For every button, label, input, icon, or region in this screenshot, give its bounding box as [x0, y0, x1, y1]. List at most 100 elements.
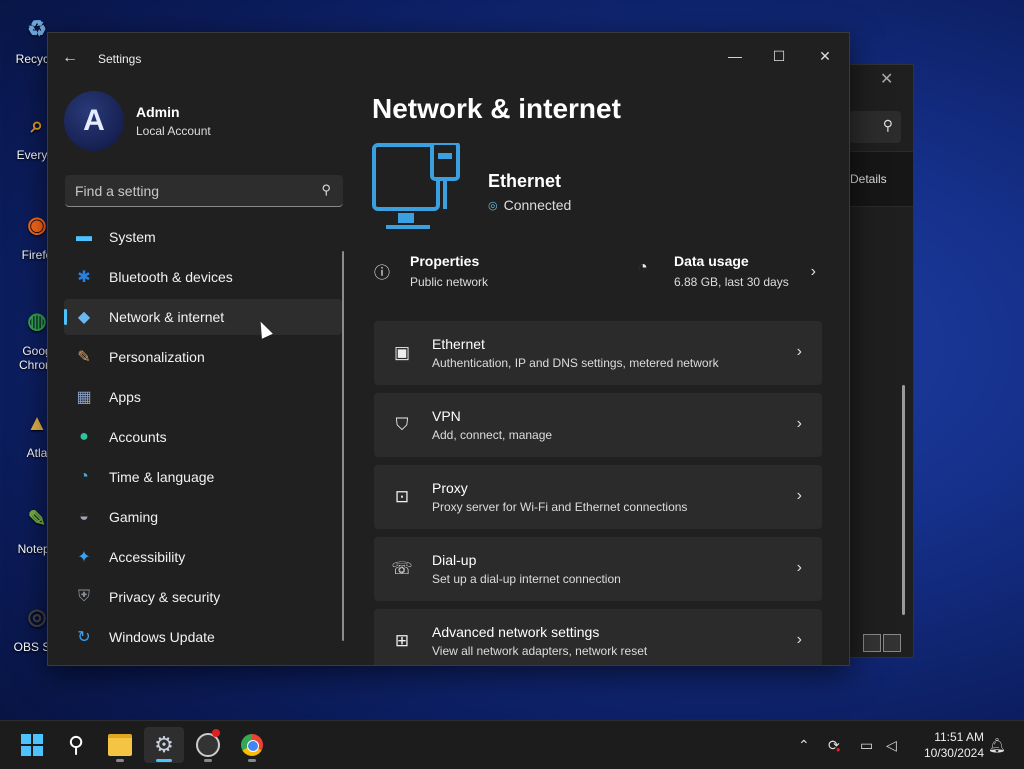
- search-input[interactable]: [65, 175, 317, 207]
- user-profile[interactable]: A Admin Local Account: [64, 91, 211, 151]
- sync-status-button[interactable]: ⟳ ●: [828, 721, 841, 769]
- folder-icon: [108, 734, 132, 756]
- settings-taskbar-button[interactable]: ⚙: [144, 727, 184, 763]
- search-box: ⚲: [65, 175, 343, 207]
- card-subtitle: Set up a dial-up internet connection: [432, 572, 621, 586]
- background-toolbar: Details: [847, 151, 913, 207]
- settings-card-dial-up[interactable]: ☏ Dial-up Set up a dial-up internet connec…: [374, 537, 822, 601]
- sidebar-item-gaming[interactable]: ◒ Gaming: [64, 499, 342, 535]
- title-bar[interactable]: ← Settings — ☐ ✕: [48, 33, 849, 83]
- windows-logo-icon: [21, 734, 43, 756]
- start-button[interactable]: [12, 727, 52, 763]
- ethernet-icon: ▣: [393, 343, 411, 362]
- brush-icon: ✎: [77, 349, 91, 366]
- dialup-icon: ☏: [391, 559, 413, 578]
- background-search-box[interactable]: ⚲: [849, 111, 901, 143]
- back-arrow-icon[interactable]: ←: [62, 49, 78, 67]
- window-title: Settings: [98, 52, 142, 66]
- globe-clock-icon: ◔: [79, 468, 89, 485]
- properties-title: Properties: [410, 253, 480, 269]
- sidebar-item-label: Accounts: [109, 429, 167, 445]
- sidebar-item-accounts[interactable]: ● Accounts: [64, 419, 342, 455]
- sidebar-item-label: Time & language: [109, 469, 215, 485]
- clock-time: 11:51 AM: [934, 730, 984, 744]
- clock[interactable]: 11:51 AM 10/30/2024: [912, 729, 984, 761]
- gear-icon: ⚙: [154, 732, 174, 757]
- notifications-button[interactable]: 🔔︎: [988, 721, 1006, 769]
- settings-card-proxy[interactable]: ⊡ Proxy Proxy server for Wi-Fi and Etherne…: [374, 465, 822, 529]
- details-button[interactable]: Details: [850, 172, 887, 186]
- sidebar-item-system[interactable]: ▬ System: [64, 219, 342, 255]
- sidebar-item-label: Apps: [109, 389, 141, 405]
- settings-card-ethernet[interactable]: ▣ Ethernet Authentication, IP and DNS sett…: [374, 321, 822, 385]
- volume-tray-button[interactable]: ◁: [886, 721, 897, 769]
- search-icon[interactable]: ⚲: [321, 182, 331, 198]
- chevron-right-icon: ›: [796, 343, 802, 360]
- card-title: VPN: [432, 408, 461, 424]
- sidebar-item-accessibility[interactable]: ✦ Accessibility: [64, 539, 342, 575]
- maximize-button[interactable]: ☐: [756, 41, 802, 71]
- sidebar-item-label: Personalization: [109, 349, 205, 365]
- properties-row: ⓘ Properties Public network ◔ Data usage…: [374, 253, 824, 297]
- obs-taskbar-button[interactable]: [188, 727, 228, 763]
- settings-card-vpn[interactable]: ⛉ VPN Add, connect, manage ›: [374, 393, 822, 457]
- proxy-icon: ⊡: [394, 487, 410, 506]
- close-icon[interactable]: ✕: [880, 69, 893, 89]
- update-icon: ↻: [77, 629, 91, 646]
- accounts-icon: ●: [79, 428, 89, 445]
- sidebar-item-apps[interactable]: ▦ Apps: [64, 379, 342, 415]
- settings-window: ← Settings — ☐ ✕ A Admin Local Account ⚲…: [47, 32, 850, 666]
- sidebar-item-personalization[interactable]: ✎ Personalization: [64, 339, 342, 375]
- page-title: Network & internet: [372, 93, 621, 124]
- chevron-right-icon[interactable]: ›: [811, 263, 816, 281]
- sidebar-item-privacy-security[interactable]: ⛨ Privacy & security: [64, 579, 342, 615]
- network-tray-button[interactable]: ▭: [860, 721, 873, 769]
- sidebar-item-label: Bluetooth & devices: [109, 269, 233, 285]
- background-window[interactable]: ✕ ⚲ Details: [846, 64, 914, 658]
- properties-subtitle: Public network: [410, 275, 489, 289]
- accessibility-icon: ✦: [77, 549, 91, 566]
- ethernet-monitor-icon: [372, 143, 460, 229]
- view-toggle: [863, 634, 901, 652]
- scrollbar[interactable]: [902, 385, 905, 615]
- minimize-button[interactable]: —: [712, 41, 758, 71]
- sidebar-item-label: Gaming: [109, 509, 159, 525]
- card-title: Dial-up: [432, 552, 477, 568]
- network-monitor-icon: ▭: [860, 736, 874, 753]
- file-explorer-button[interactable]: [100, 727, 140, 763]
- data-usage-title: Data usage: [674, 253, 749, 269]
- wifi-icon: ◆: [77, 309, 91, 326]
- bluetooth-icon: ✱: [77, 269, 91, 286]
- settings-card-advanced-network-settings[interactable]: ⊞ Advanced network settings View all netwo…: [374, 609, 822, 665]
- data-usage-icon: ◔: [638, 259, 648, 276]
- card-title: Ethernet: [432, 336, 485, 352]
- sidebar-item-label: System: [109, 229, 156, 245]
- show-hidden-icons-button[interactable]: ⌃: [798, 721, 810, 769]
- taskbar-search-button[interactable]: ⚲: [56, 727, 96, 763]
- profile-account-type: Local Account: [136, 124, 211, 138]
- sidebar-item-bluetooth-devices[interactable]: ✱ Bluetooth & devices: [64, 259, 342, 295]
- volume-muted-icon: ◁: [886, 736, 897, 753]
- sidebar-item-network-internet[interactable]: ◆ Network & internet: [64, 299, 342, 335]
- data-usage-button[interactable]: ◔ Data usage 6.88 GB, last 30 days: [638, 253, 789, 289]
- search-icon[interactable]: ⚲: [883, 117, 893, 134]
- sidebar-item-windows-update[interactable]: ↻ Windows Update: [64, 619, 342, 655]
- close-button[interactable]: ✕: [802, 41, 848, 71]
- sidebar-scrollbar[interactable]: [342, 251, 344, 641]
- properties-button[interactable]: ⓘ Properties Public network: [374, 253, 488, 289]
- chrome-taskbar-button[interactable]: [232, 727, 272, 763]
- details-view-icon[interactable]: [863, 634, 881, 652]
- card-subtitle: View all network adapters, network reset: [432, 644, 648, 658]
- vpn-shield-icon: ⛉: [395, 415, 409, 434]
- sidebar-item-label: Windows Update: [109, 629, 215, 645]
- sidebar-item-label: Accessibility: [109, 549, 186, 565]
- sidebar-item-label: Privacy & security: [109, 589, 221, 605]
- large-icons-view-icon[interactable]: [883, 634, 901, 652]
- card-subtitle: Authentication, IP and DNS settings, met…: [432, 356, 719, 370]
- card-subtitle: Add, connect, manage: [432, 428, 553, 442]
- sidebar-item-time-language[interactable]: ◔ Time & language: [64, 459, 342, 495]
- chevron-up-icon: ⌃: [798, 736, 810, 753]
- chevron-right-icon: ›: [796, 487, 802, 504]
- chevron-right-icon: ›: [796, 631, 802, 648]
- avatar[interactable]: A: [64, 91, 124, 151]
